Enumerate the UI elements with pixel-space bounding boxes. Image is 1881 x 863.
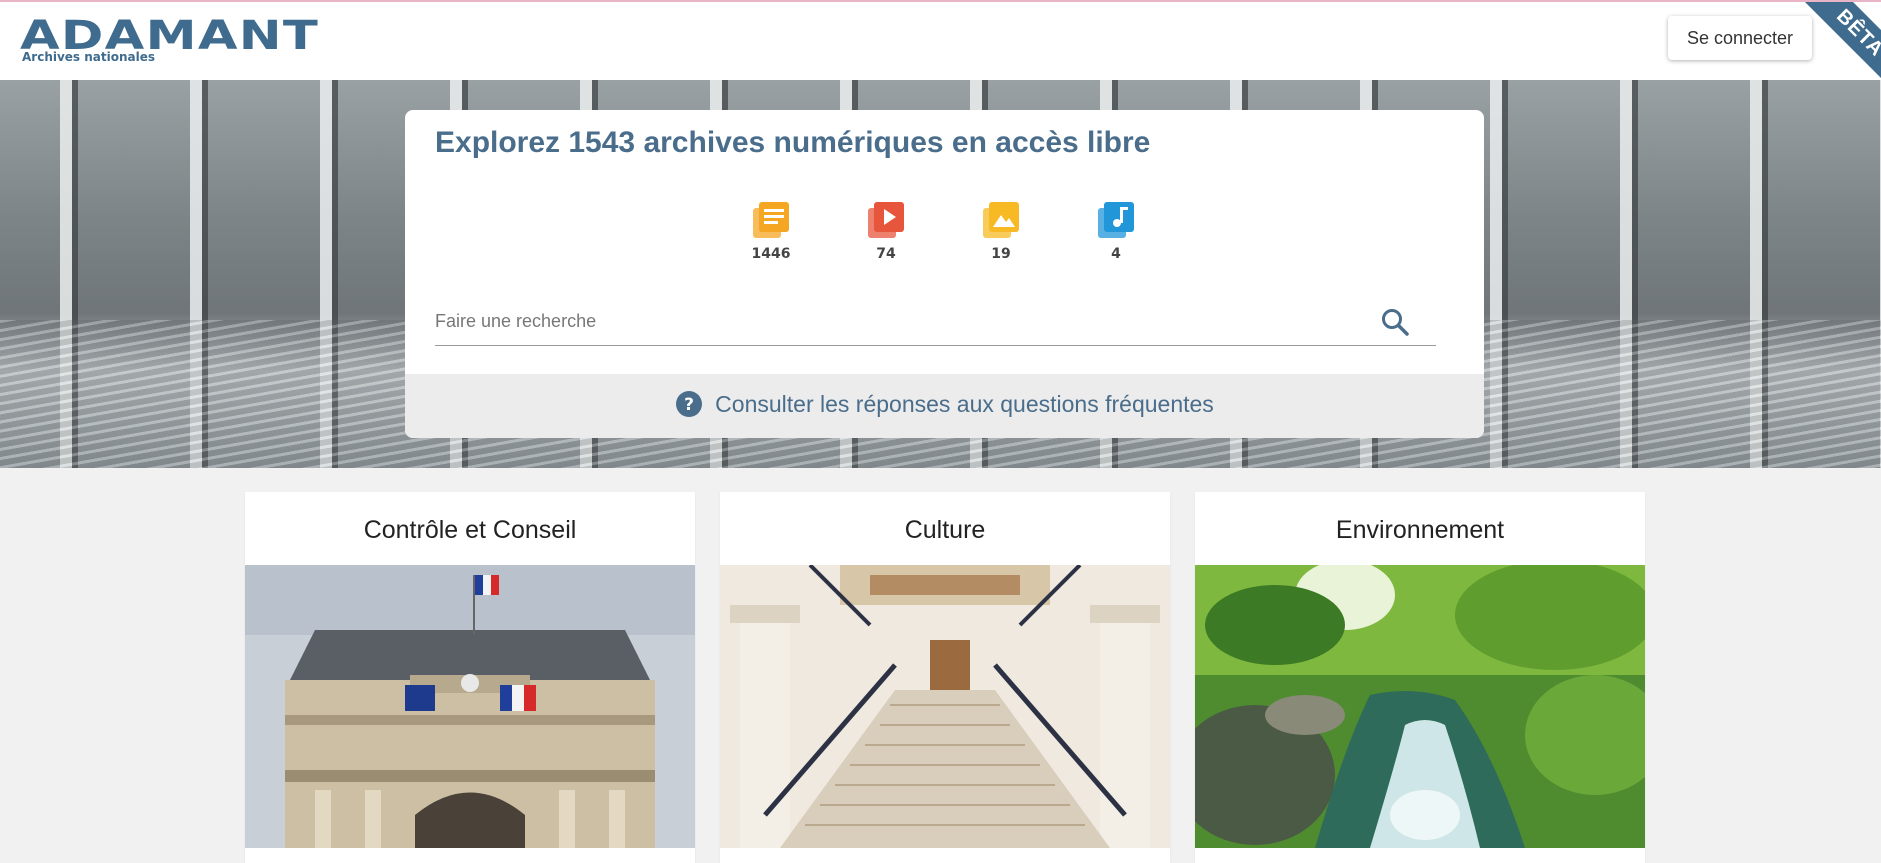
page-title: Explorez 1543 archives numériques en acc… (435, 126, 1151, 159)
category-image-staircase (720, 565, 1170, 848)
stat-images[interactable]: 19 (971, 200, 1031, 262)
stat-videos[interactable]: 74 (856, 200, 916, 262)
logo-subtitle: Archives nationales (22, 50, 156, 64)
search-input[interactable] (435, 306, 1335, 336)
category-image-conseil-etat (245, 565, 695, 848)
search-row (435, 296, 1436, 346)
category-image-forest-river (1195, 565, 1645, 848)
category-card-controle-conseil[interactable]: Contrôle et Conseil (245, 492, 695, 863)
login-button[interactable]: Se connecter (1668, 16, 1812, 60)
video-library-icon (868, 202, 904, 238)
stat-documents[interactable]: 1446 (741, 200, 801, 262)
search-card: Explorez 1543 archives numériques en acc… (405, 110, 1484, 438)
document-library-icon (753, 202, 789, 238)
audio-library-icon (1098, 202, 1134, 238)
stat-count: 74 (876, 246, 896, 262)
category-title: Environnement (1335, 516, 1505, 544)
category-card-environnement[interactable]: Environnement (1195, 492, 1645, 863)
stat-count: 1446 (751, 246, 791, 262)
category-title: Culture (904, 516, 986, 544)
adamant-logo[interactable]: ADAMANT Archives nationales (20, 16, 318, 66)
svg-text:?: ? (684, 395, 694, 415)
search-icon[interactable] (1379, 306, 1411, 338)
faq-link[interactable]: ? Consulter les réponses aux questions f… (675, 390, 1214, 418)
stat-audio[interactable]: 4 (1086, 200, 1146, 262)
category-card-culture[interactable]: Culture (720, 492, 1170, 863)
top-header: ADAMANT Archives nationales Se connecter… (0, 0, 1881, 80)
image-library-icon (983, 202, 1019, 238)
question-circle-icon: ? (676, 391, 703, 417)
stat-count: 19 (991, 246, 1011, 262)
faq-bar: ? Consulter les réponses aux questions f… (405, 374, 1484, 438)
faq-label: Consulter les réponses aux questions fré… (715, 390, 1214, 417)
stat-count: 4 (1111, 246, 1121, 262)
category-title: Contrôle et Conseil (363, 516, 577, 544)
